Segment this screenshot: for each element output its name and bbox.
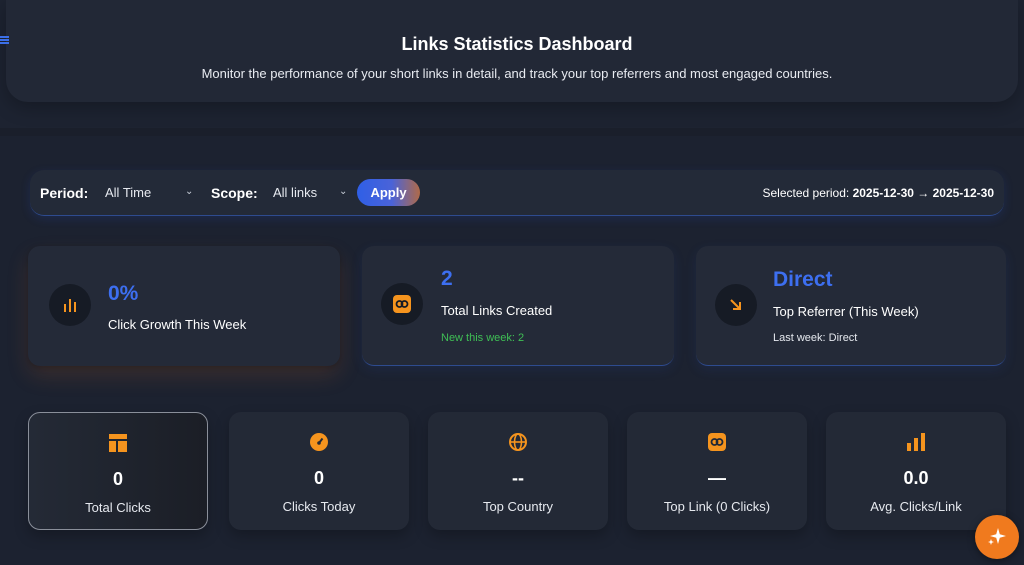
selected-period-label: Selected period: [762, 186, 850, 200]
sparkles-icon [988, 528, 1006, 545]
stat-label: Clicks Today [282, 499, 356, 514]
click-growth-card: 0% Click Growth This Week [28, 246, 340, 366]
total-links-card: 2 Total Links Created New this week: 2 [362, 246, 674, 366]
apply-button[interactable]: Apply [357, 179, 420, 206]
header-divider [0, 128, 1024, 136]
new-this-week: New this week: 2 [441, 332, 525, 344]
stat-top-link[interactable]: — Top Link (0 Clicks) [627, 412, 807, 530]
chevron-down-icon[interactable]: ⌄ [339, 186, 347, 197]
page-title: Links Statistics Dashboard [401, 34, 633, 54]
top-referrer-label: Top Referrer (This Week) [773, 304, 919, 319]
assistant-fab-button[interactable] [975, 515, 1019, 559]
layout-icon [29, 434, 207, 454]
stat-value: 0 [112, 469, 123, 489]
gauge-icon [229, 433, 409, 453]
stat-total-clicks[interactable]: 0 Total Clicks [28, 412, 208, 530]
period-label: Period: [40, 185, 89, 201]
last-week-referrer: Last week: Direct [773, 332, 858, 344]
stat-top-country[interactable]: -- Top Country [428, 412, 608, 530]
stat-avg-clicks[interactable]: 0.0 Avg. Clicks/Link [826, 412, 1006, 530]
arrow-down-right-icon [715, 284, 757, 326]
total-links-label: Total Links Created [441, 303, 553, 318]
selected-period: Selected period: 2025-12-30 → 2025-12-30 [762, 186, 994, 200]
link-icon [627, 433, 807, 453]
link-icon [381, 283, 423, 325]
total-links-value: 2 [441, 267, 453, 290]
stat-value: 0 [313, 468, 324, 488]
top-referrer-card: Direct Top Referrer (This Week) Last wee… [696, 246, 1006, 366]
page-subtitle: Monitor the performance of your short li… [201, 66, 833, 81]
globe-icon [428, 433, 608, 453]
scope-select-value[interactable]: All links [273, 185, 317, 200]
stat-value: -- [512, 468, 524, 488]
stat-value: 0.0 [903, 468, 929, 488]
stat-clicks-today[interactable]: 0 Clicks Today [229, 412, 409, 530]
selected-period-value: 2025-12-30 → 2025-12-30 [852, 186, 994, 200]
stat-label: Top Country [482, 499, 554, 514]
bar-chart-icon [49, 284, 91, 326]
chevron-down-icon[interactable]: ⌄ [185, 186, 193, 197]
stat-value: — [708, 468, 726, 488]
click-growth-value: 0% [108, 282, 139, 305]
stat-label: Total Clicks [85, 500, 151, 515]
period-select-value[interactable]: All Time [105, 185, 151, 200]
header: Links Statistics Dashboard Monitor the p… [0, 0, 1024, 130]
click-growth-label: Click Growth This Week [108, 317, 247, 332]
filter-bar: Period: All Time ⌄ Scope: All links ⌄ Ap… [30, 170, 1004, 216]
stat-label: Avg. Clicks/Link [870, 499, 962, 514]
top-referrer-value: Direct [773, 268, 833, 291]
scope-label: Scope: [211, 185, 258, 201]
stat-label: Top Link (0 Clicks) [663, 499, 771, 514]
bar-chart-icon [826, 433, 1006, 453]
